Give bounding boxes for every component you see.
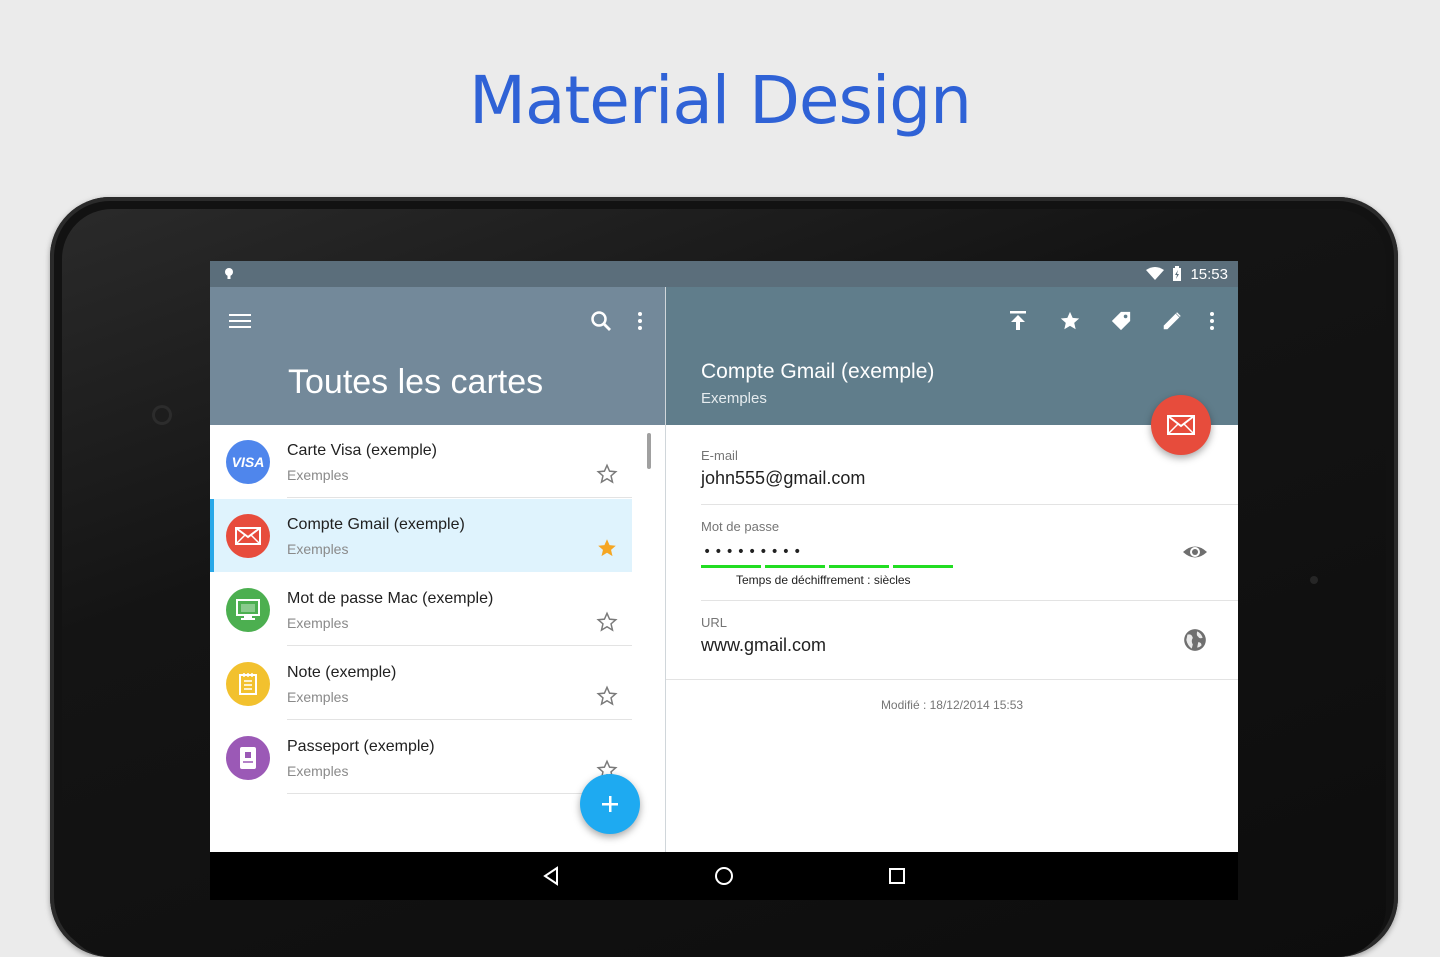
strength-segment <box>893 565 953 568</box>
light-sensor <box>1310 576 1318 584</box>
move-to-top-button[interactable] <box>1004 307 1032 335</box>
more-vert-icon <box>638 312 642 330</box>
list-item-subtitle: Exemples <box>287 615 349 631</box>
mail-icon <box>226 514 270 558</box>
list-item-note[interactable]: Note (exemple) Exemples <box>210 647 632 720</box>
passport-glyph <box>240 747 256 769</box>
email-label: E-mail <box>701 448 738 463</box>
field-divider <box>701 600 1238 601</box>
recents-icon[interactable] <box>885 864 909 888</box>
list-divider <box>287 645 632 646</box>
crack-time-text: Temps de déchiffrement : siècles <box>736 573 911 587</box>
menu-button[interactable] <box>226 307 254 335</box>
list-divider <box>287 793 632 794</box>
navigation-bar <box>210 852 1238 900</box>
list-item-title: Mot de passe Mac (exemple) <box>287 590 494 607</box>
list-title: Toutes les cartes <box>288 363 544 401</box>
list-item-visa[interactable]: VISA Carte Visa (exemple) Exemples <box>210 425 632 498</box>
visa-icon: VISA <box>226 440 270 484</box>
strength-segment <box>765 565 825 568</box>
list-item-subtitle: Exemples <box>287 689 349 705</box>
android-notification-icon <box>225 268 233 279</box>
list-item-subtitle: Exemples <box>287 541 349 557</box>
more-vert-icon <box>1210 312 1214 330</box>
note-icon <box>226 662 270 706</box>
list-item-title: Compte Gmail (exemple) <box>287 516 465 533</box>
status-bar: 15:53 <box>210 261 1238 287</box>
favorite-button[interactable] <box>1056 307 1084 335</box>
detail-app-bar: Compte Gmail (exemple) Exemples <box>666 287 1238 425</box>
list-item-title: Note (exemple) <box>287 664 397 681</box>
front-camera <box>152 405 172 425</box>
battery-icon <box>1173 266 1182 281</box>
edit-button[interactable] <box>1158 307 1186 335</box>
url-value[interactable]: www.gmail.com <box>701 635 826 656</box>
plus-icon <box>602 796 618 812</box>
strength-segment <box>701 565 761 568</box>
strength-segment <box>829 565 889 568</box>
detail-overflow-button[interactable] <box>1198 307 1226 335</box>
star-filled-icon[interactable] <box>596 537 618 559</box>
send-email-button[interactable] <box>1151 395 1211 455</box>
modified-date: Modifié : 18/12/2014 15:53 <box>880 698 1024 712</box>
detail-subtitle: Exemples <box>701 390 767 407</box>
mail-icon <box>1167 415 1195 435</box>
eye-icon[interactable] <box>1182 539 1208 565</box>
field-divider <box>666 679 1238 680</box>
star-outline-icon[interactable] <box>596 463 618 485</box>
detail-title: Compte Gmail (exemple) <box>701 360 935 383</box>
upload-icon <box>1010 311 1026 330</box>
list-item-gmail[interactable]: Compte Gmail (exemple) Exemples <box>210 499 632 572</box>
app-screen: 15:53 Toutes les cartes Compte Gmail (ex… <box>210 261 1238 900</box>
add-card-button[interactable] <box>580 774 640 834</box>
back-icon[interactable] <box>539 864 563 888</box>
list-item-subtitle: Exemples <box>287 763 349 779</box>
list-divider <box>287 497 632 498</box>
tag-icon <box>1111 311 1131 331</box>
email-value[interactable]: john555@gmail.com <box>701 468 865 489</box>
list-scrollbar[interactable] <box>647 433 651 469</box>
monitor-glyph <box>236 599 260 620</box>
wifi-icon <box>1146 267 1165 280</box>
passport-icon <box>226 736 270 780</box>
notepad-glyph <box>239 673 257 695</box>
list-divider <box>287 719 632 720</box>
list-app-bar: Toutes les cartes <box>210 287 665 425</box>
search-icon <box>591 311 611 331</box>
list-item-subtitle: Exemples <box>287 467 349 483</box>
pencil-icon <box>1163 312 1181 330</box>
hamburger-icon <box>229 314 251 328</box>
visa-badge: VISA <box>231 454 265 470</box>
url-label: URL <box>701 615 728 630</box>
list-item-title: Passeport (exemple) <box>287 738 435 755</box>
headline: Material Design <box>469 62 972 139</box>
status-time: 15:53 <box>1190 265 1228 283</box>
detail-panel: E-mail john555@gmail.com Mot de passe ••… <box>666 425 1238 852</box>
envelope-glyph <box>235 527 261 545</box>
tag-button[interactable] <box>1107 307 1135 335</box>
star-outline-icon[interactable] <box>596 685 618 707</box>
monitor-icon <box>226 588 270 632</box>
list-overflow-button[interactable] <box>626 307 654 335</box>
password-value[interactable]: ••••••••• <box>703 544 804 560</box>
star-outline-icon[interactable] <box>596 611 618 633</box>
list-item-mac[interactable]: Mot de passe Mac (exemple) Exemples <box>210 573 632 646</box>
password-strength-bar <box>701 565 953 568</box>
list-item-title: Carte Visa (exemple) <box>287 442 437 459</box>
star-icon <box>1060 311 1080 330</box>
globe-icon[interactable] <box>1182 627 1208 653</box>
list-item-passport[interactable]: Passeport (exemple) Exemples <box>210 721 632 794</box>
password-label: Mot de passe <box>701 519 780 534</box>
field-divider <box>701 504 1238 505</box>
home-icon[interactable] <box>712 864 736 888</box>
search-button[interactable] <box>587 307 615 335</box>
